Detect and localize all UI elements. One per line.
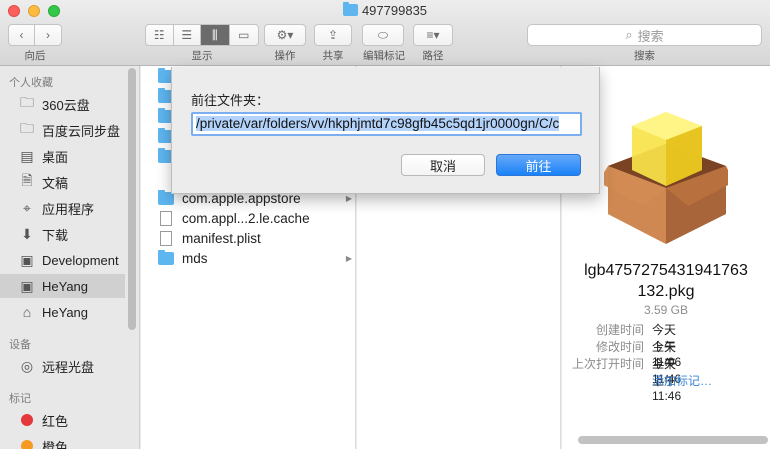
folder-icon (158, 249, 174, 265)
package-icon (604, 112, 728, 244)
list-view-button[interactable]: ☰ (174, 25, 202, 45)
documents-icon: 🗎 (21, 172, 33, 188)
horizontal-scrollbar[interactable] (578, 436, 768, 444)
sidebar-item-heyang-drive[interactable]: ▣ HeYang (0, 274, 125, 298)
search-label: 搜索 (634, 50, 655, 62)
sidebar-item-documents[interactable]: 🗎 文稿 (0, 170, 125, 194)
disc-icon: ◎ (20, 357, 34, 374)
sidebar-item-baiduyun[interactable]: 🗀 百度云同步盘 (0, 118, 125, 142)
action-button[interactable]: ⚙▾ (264, 24, 306, 46)
sidebar-item-tag-red[interactable]: 红色 (0, 408, 125, 432)
gear-icon: ⚙▾ (276, 28, 294, 42)
go-button[interactable]: 前往 (496, 154, 581, 176)
window-toolbar: 497799835 ‹ › 向后 ☷ ☰ ⫼ ▭ 显示 ⚙▾ 操作 ⇪ 共享 ⬭… (0, 0, 770, 66)
sidebar-item-tag-orange[interactable]: 橙色 (0, 434, 125, 449)
go-to-folder-dialog: 前往文件夹： /private/var/folders/vv/hkphjmtd7… (171, 67, 600, 194)
red-tag-dot-icon (21, 414, 33, 426)
list-icon: ☰ (181, 28, 193, 42)
share-button[interactable]: ⇪ (314, 24, 352, 46)
document-icon (160, 230, 172, 246)
folder-path-input[interactable]: /private/var/folders/vv/hkphjmtd7c98gfb4… (191, 112, 582, 136)
sidebar-item-360yunpan[interactable]: 🗀 360云盘 (0, 92, 125, 116)
share-icon: ⇪ (327, 28, 339, 42)
sidebar-item-heyang-home[interactable]: ⌂ HeYang (0, 300, 125, 324)
sidebar-item-desktop[interactable]: ▤ 桌面 (0, 144, 125, 168)
sidebar-item-downloads[interactable]: ⬇ 下载 (0, 222, 125, 246)
folder-icon (342, 2, 358, 16)
applications-icon: ⌖ (23, 199, 31, 216)
folder-icon: 🗀 (20, 120, 34, 136)
sidebar-header-favorites: 个人收藏 (9, 77, 53, 89)
cancel-button[interactable]: 取消 (401, 154, 485, 176)
action-label: 操作 (274, 50, 296, 62)
list-item[interactable]: mds ▶ (158, 248, 356, 268)
back-forward-control: ‹ › (8, 24, 62, 46)
home-icon: ⌂ (22, 304, 32, 320)
list-item[interactable]: com.appl...2.le.cache (158, 208, 356, 228)
preview-file-name: lgb4757275431941763 (584, 262, 748, 279)
cover-flow-icon: ▭ (238, 28, 250, 42)
window-title: 497799835 (0, 2, 770, 18)
icon-view-button[interactable]: ☷ (146, 25, 174, 45)
search-icon: ⌕ (625, 27, 633, 42)
sidebar-item-remote-disc[interactable]: ◎ 远程光盘 (0, 354, 125, 378)
folder-icon: 🗀 (20, 94, 34, 110)
forward-button[interactable]: › (35, 25, 61, 45)
path-icon: ≡▾ (426, 28, 440, 42)
path-button[interactable]: ≡▾ (413, 24, 453, 46)
preview-file-name-cont: 132.pkg (637, 283, 695, 300)
sidebar: 个人收藏 🗀 360云盘 🗀 百度云同步盘 ▤ 桌面 🗎 文稿 ⌖ 应用程序 ⬇ 下载 ▣ D… (0, 66, 140, 449)
desktop-icon: ▤ (20, 147, 34, 164)
tags-label: 编辑标记 (363, 50, 405, 62)
grid-icon: ☷ (153, 28, 165, 42)
sidebar-item-applications[interactable]: ⌖ 应用程序 (0, 196, 125, 220)
path-label: 路径 (422, 50, 444, 62)
column-view-button[interactable]: ⫼ (201, 25, 230, 45)
preview-file-size: 3.59 GB (643, 303, 689, 317)
chevron-right-icon: › (46, 28, 50, 42)
disclosure-arrow-icon: ▶ (345, 193, 352, 203)
view-label: 显示 (191, 50, 213, 62)
document-icon (160, 210, 172, 226)
tag-icon: ⬭ (377, 27, 389, 42)
back-button[interactable]: ‹ (9, 25, 36, 45)
columns-icon: ⫼ (212, 27, 218, 42)
share-label: 共享 (322, 50, 344, 62)
disclosure-arrow-icon: ▶ (345, 253, 352, 263)
drive-icon: ▣ (20, 277, 34, 294)
view-mode-control: ☷ ☰ ⫼ ▭ (145, 24, 259, 46)
sidebar-header-devices: 设备 (9, 339, 31, 351)
add-tags-link[interactable]: 添加标记… (652, 372, 712, 389)
dialog-label: 前往文件夹： (191, 93, 270, 108)
drive-icon: ▣ (20, 251, 34, 268)
orange-tag-dot-icon (21, 440, 33, 449)
list-item[interactable]: manifest.plist (158, 228, 356, 248)
downloads-icon: ⬇ (21, 225, 33, 242)
tags-button[interactable]: ⬭ (362, 24, 404, 46)
back-label: 向后 (24, 50, 46, 62)
sidebar-scrollbar[interactable] (128, 68, 136, 330)
chevron-left-icon: ‹ (19, 28, 24, 42)
sidebar-header-tags: 标记 (9, 393, 31, 405)
folder-path-text: /private/var/folders/vv/hkphjmtd7c98gfb4… (196, 116, 560, 131)
cover-flow-button[interactable]: ▭ (230, 25, 258, 45)
sidebar-item-development[interactable]: ▣ Development (0, 248, 125, 272)
search-field[interactable]: ⌕ 搜索 (527, 24, 762, 46)
